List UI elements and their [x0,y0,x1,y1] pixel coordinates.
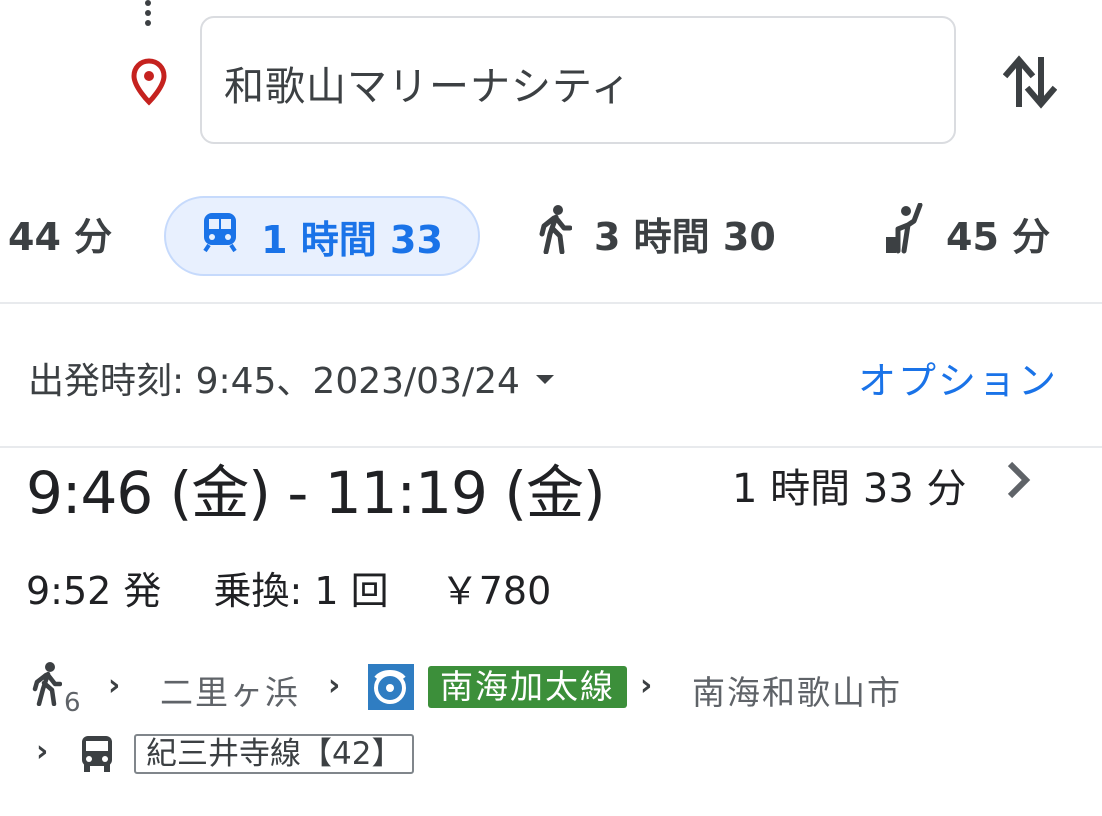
route-details: 9:52 発 乗換: 1 回 ￥780 [26,560,591,615]
destination-text: 和歌山マリーナシティ [224,64,632,110]
fare: ￥780 [440,569,552,613]
bus-line-badge: 紀三井寺線【42】 [134,734,415,774]
tab-ride-label: 45 分 [946,214,1051,259]
step-separator-icon: › [328,668,341,703]
tab-drive-label: 44 分 [8,214,113,259]
dropdown-caret-icon [535,374,554,384]
bus-icon [80,734,114,782]
route-time-range[interactable]: 9:46 (金) - 11:19 (金) [26,446,606,530]
divider [0,302,1102,304]
train-icon [201,211,239,262]
tab-transit-label: 1 時間 33 [261,217,443,262]
transfer-count: 乗換: 1 回 [213,569,389,613]
walk-icon [538,204,573,263]
step-separator-icon: › [108,668,121,703]
place-pin-icon [130,58,168,106]
hail-icon [884,202,924,264]
destination-input[interactable]: 和歌山マリーナシティ [200,16,956,144]
travel-mode-tabs: 44 分 1 時間 33 3 時間 30 45 分 [0,188,1102,288]
departure-time-label: 出発時刻: 9:45、2023/03/24 [28,361,520,402]
route-dots-icon [140,0,156,30]
step-separator-icon: › [36,734,49,769]
tab-ride[interactable]: 45 分 [884,188,1050,278]
chevron-right-icon[interactable] [1004,460,1034,500]
step-separator-icon: › [640,668,653,703]
route-duration: 1 時間 33 分 [732,466,967,512]
swap-vert-icon[interactable] [1002,52,1058,112]
tab-transit[interactable]: 1 時間 33 [164,196,480,276]
stop-2: 南海和歌山市 [692,673,902,712]
options-link[interactable]: オプション [858,350,1058,405]
stop-1: 二里ヶ浜 [160,673,300,712]
rail-line-badge: 南海加太線 [428,666,627,708]
tab-drive[interactable]: 44 分 [8,188,112,278]
railway-logo-icon [368,664,414,710]
tab-walk-label: 3 時間 30 [594,214,776,259]
tab-walk[interactable]: 3 時間 30 [538,188,776,278]
walk-minutes: 6 [64,688,81,718]
walk-icon [32,662,63,714]
departure-time-dropdown[interactable]: 出発時刻: 9:45、2023/03/24 [28,352,554,404]
depart-time: 9:52 発 [26,569,162,613]
